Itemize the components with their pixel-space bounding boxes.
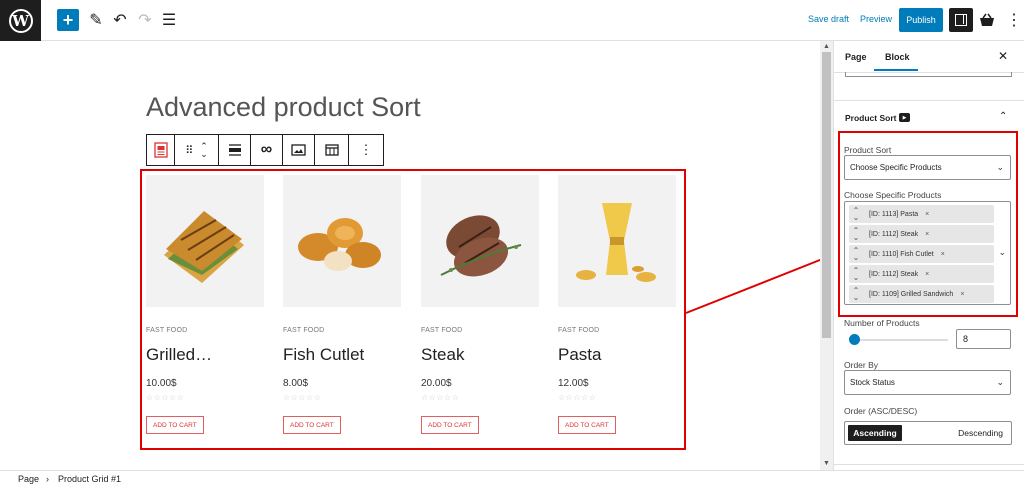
product-tag-label: [ID: 1112] Steak [869,230,919,238]
remove-icon[interactable]: × [925,231,929,238]
order-direction-label: Order (ASC/DESC) [844,406,918,416]
sort-handle-icon[interactable]: ⌃ ⌄ [849,247,863,262]
breadcrumb-current[interactable]: Product Grid #1 [58,474,121,484]
product-tag[interactable]: ⌃ ⌄ [ID: 1113] Pasta × [849,205,994,223]
remove-icon[interactable]: × [941,251,945,258]
chevron-down-icon: ⌄ [996,377,1004,387]
order-direction-toggle: Ascending Descending [844,421,1012,445]
scroll-up-arrow[interactable]: ▲ [821,42,832,51]
breadcrumb-root[interactable]: Page [18,474,39,484]
ascending-option[interactable]: Ascending [848,425,902,441]
product-tag-label: [ID: 1109] Grilled Sandwich [869,290,954,298]
remove-icon[interactable]: × [925,211,929,218]
tab-page[interactable]: Page [845,52,867,62]
product-sort-value: Choose Specific Products [850,163,942,172]
number-slider-handle[interactable] [849,334,860,345]
selected-products-field[interactable]: ⌃ ⌄ [ID: 1113] Pasta × ⌃ ⌄ [ID: 1112] Stea… [844,201,1011,305]
descending-option[interactable]: Descending [905,422,1011,444]
breadcrumb-separator-icon: › [46,474,49,484]
sort-handle-icon[interactable]: ⌃ ⌄ [849,227,863,242]
close-panel-icon[interactable]: ✕ [998,49,1008,63]
breadcrumb: Page › Product Grid #1 [0,470,1024,486]
product-tag[interactable]: ⌃ ⌄ [ID: 1112] Steak × [849,265,994,283]
choose-products-label: Choose Specific Products [844,190,942,200]
number-slider-track[interactable] [850,339,948,341]
video-icon[interactable]: ▶ [899,113,910,122]
divider [834,464,1024,465]
sort-handle-icon[interactable]: ⌃ ⌄ [849,207,863,222]
chevron-down-icon[interactable]: ⌄ [998,247,1006,258]
divider [834,100,1024,101]
product-tag[interactable]: ⌃ ⌄ [ID: 1110] Fish Cutlet × [849,245,994,263]
sort-handle-icon[interactable]: ⌃ ⌄ [849,267,863,282]
product-tag[interactable]: ⌃ ⌄ [ID: 1109] Grilled Sandwich × [849,285,994,303]
product-tag-label: [ID: 1112] Steak [869,270,919,278]
order-by-label: Order By [844,360,879,370]
remove-icon[interactable]: × [960,291,964,298]
section-title[interactable]: Product Sort [845,113,896,123]
chevron-up-icon[interactable]: ⌃ [999,111,1007,122]
product-tag-label: [ID: 1113] Pasta [869,210,919,218]
tab-block[interactable]: Block [885,52,910,62]
order-by-value: Stock Status [850,378,895,387]
product-sort-select[interactable]: Choose Specific Products ⌄ [844,155,1011,180]
chevron-down-icon: ⌄ [996,162,1004,172]
order-by-select[interactable]: Stock Status ⌄ [844,370,1011,395]
number-of-products-label: Number of Products [844,318,920,328]
product-sort-label: Product Sort [844,145,892,155]
active-tab-indicator [874,69,918,71]
product-tag-label: [ID: 1110] Fish Cutlet [869,250,934,258]
previous-control-edge [845,72,1012,77]
scrollbar-thumb[interactable] [822,52,831,338]
product-tag[interactable]: ⌃ ⌄ [ID: 1112] Steak × [849,225,994,243]
sort-handle-icon[interactable]: ⌃ ⌄ [849,287,863,302]
number-of-products-input[interactable]: 8 [956,329,1011,349]
remove-icon[interactable]: × [925,271,929,278]
scroll-down-arrow[interactable]: ▼ [821,459,832,468]
